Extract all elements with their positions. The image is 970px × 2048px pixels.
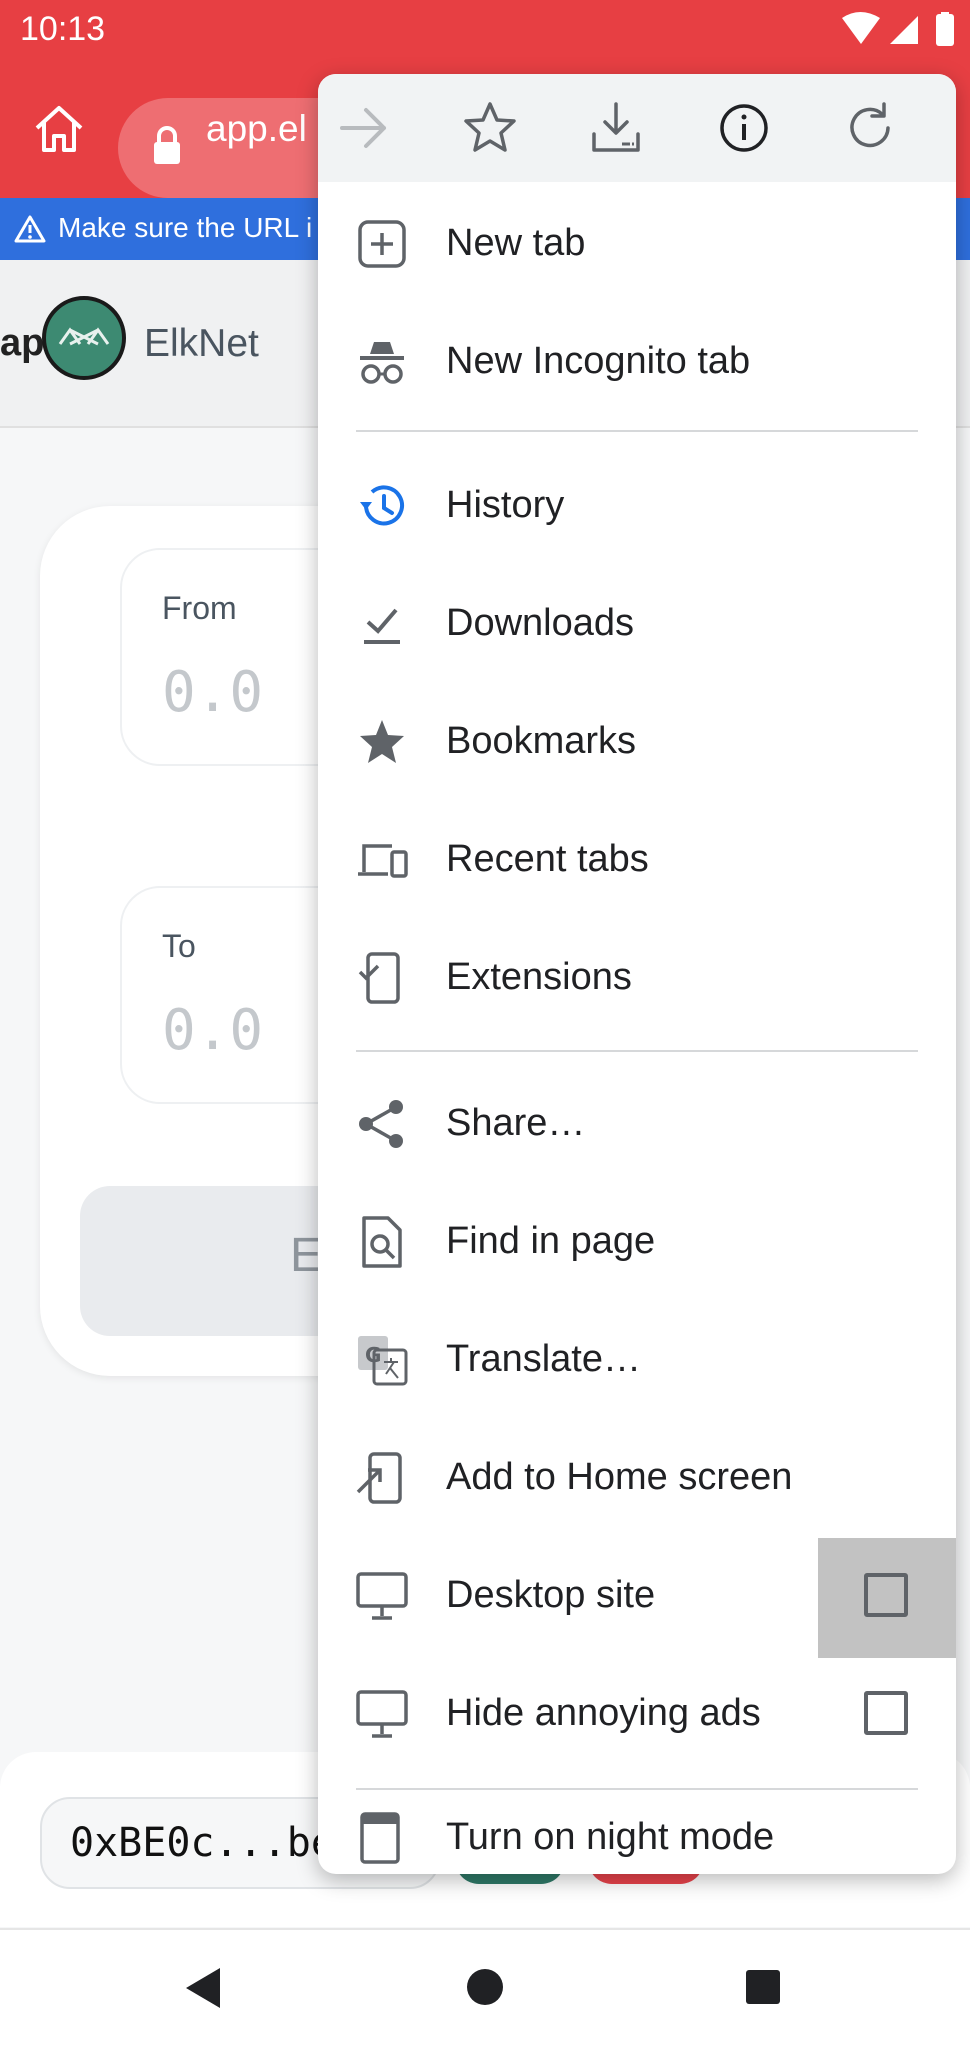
signal-icon [890,16,918,44]
wallet-address[interactable]: 0xBE0c...be5 [70,1820,359,1866]
from-amount-input[interactable]: 0.0 [162,660,263,725]
status-icons [842,12,954,46]
menu-item-label: Share… [446,1102,586,1144]
url-warning-text: Make sure the URL i [58,212,313,243]
hide-ads-checkbox[interactable] [864,1691,908,1735]
menu-item-find-in-page[interactable]: Find in page [318,1182,956,1300]
menu-item-history[interactable]: History [318,446,956,564]
menu-divider [356,1788,918,1790]
menu-item-desktop-site[interactable]: Desktop site [318,1536,956,1654]
from-label: From [162,590,237,626]
desktop-icon [356,1690,408,1738]
menu-item-label: History [446,484,565,526]
menu-item-label: Extensions [446,956,632,998]
elk-logo-icon[interactable] [42,296,126,380]
menu-item-add-to-home[interactable]: Add to Home screen [318,1418,956,1536]
downloads-icon [364,608,400,644]
recent-tabs-icon [358,844,408,878]
menu-item-label: New Incognito tab [446,340,751,382]
download-icon[interactable] [580,92,652,164]
menu-item-hide-ads[interactable]: Hide annoying ads [318,1654,956,1772]
menu-item-label: Downloads [446,602,634,644]
menu-icon-row [318,74,956,182]
url-text[interactable]: app.el [206,108,307,150]
to-amount-input[interactable]: 0.0 [162,998,263,1063]
menu-item-extensions[interactable]: Extensions [318,918,956,1036]
menu-item-label: Bookmarks [446,720,637,762]
find-in-page-icon [362,1216,402,1268]
menu-item-incognito[interactable]: New Incognito tab [318,302,956,420]
menu-item-recent-tabs[interactable]: Recent tabs [318,800,956,918]
brand-name[interactable]: ElkNet [144,322,259,366]
home-icon[interactable] [32,102,86,156]
menu-item-label: New tab [446,222,586,264]
menu-item-bookmarks[interactable]: Bookmarks [318,682,956,800]
svg-text:G: G [365,1343,381,1367]
browser-overflow-menu: New tab New Incognito tab History Downlo… [318,74,956,1874]
recents-icon[interactable] [744,1968,782,2006]
system-nav-bar [0,1928,970,2048]
lock-icon [154,126,180,164]
menu-item-label: Hide annoying ads [446,1692,761,1734]
menu-item-downloads[interactable]: Downloads [318,564,956,682]
info-icon[interactable] [708,92,780,164]
warning-icon [14,215,46,243]
desktop-site-checkbox[interactable] [864,1573,908,1617]
menu-item-label: Translate… [446,1338,641,1380]
to-label: To [162,928,196,964]
menu-item-translate[interactable]: G Translate… [318,1300,956,1418]
home-nav-icon[interactable] [464,1966,506,2008]
forward-icon[interactable] [328,92,400,164]
desktop-icon [356,1572,408,1620]
share-icon [359,1100,403,1148]
menu-item-label: Recent tabs [446,838,649,880]
status-bar: 10:13 [0,0,970,58]
menu-item-label: Add to Home screen [446,1456,793,1498]
menu-item-night-mode[interactable]: Turn on night mode [318,1812,956,1874]
status-time: 10:13 [20,10,106,48]
menu-item-share[interactable]: Share… [318,1064,956,1182]
history-icon [360,485,404,526]
menu-divider [356,430,918,432]
menu-item-new-tab[interactable]: New tab [318,184,956,302]
brand-prefix: ap [0,322,45,364]
menu-item-label: Find in page [446,1220,656,1262]
extensions-icon [358,952,400,1004]
battery-icon [936,14,954,46]
add-to-home-icon [356,1452,402,1504]
bookmark-star-icon[interactable] [454,92,526,164]
bookmarks-icon [360,720,404,763]
new-tab-icon [358,220,406,268]
menu-item-label: Desktop site [446,1574,656,1616]
menu-divider [356,1050,918,1052]
wifi-icon [842,12,880,44]
reload-icon[interactable] [834,92,906,164]
translate-icon: G [358,1336,408,1386]
night-mode-icon [360,1812,400,1864]
back-icon[interactable] [180,1964,224,2012]
menu-item-label: Turn on night mode [446,1816,775,1858]
incognito-icon [360,342,404,384]
